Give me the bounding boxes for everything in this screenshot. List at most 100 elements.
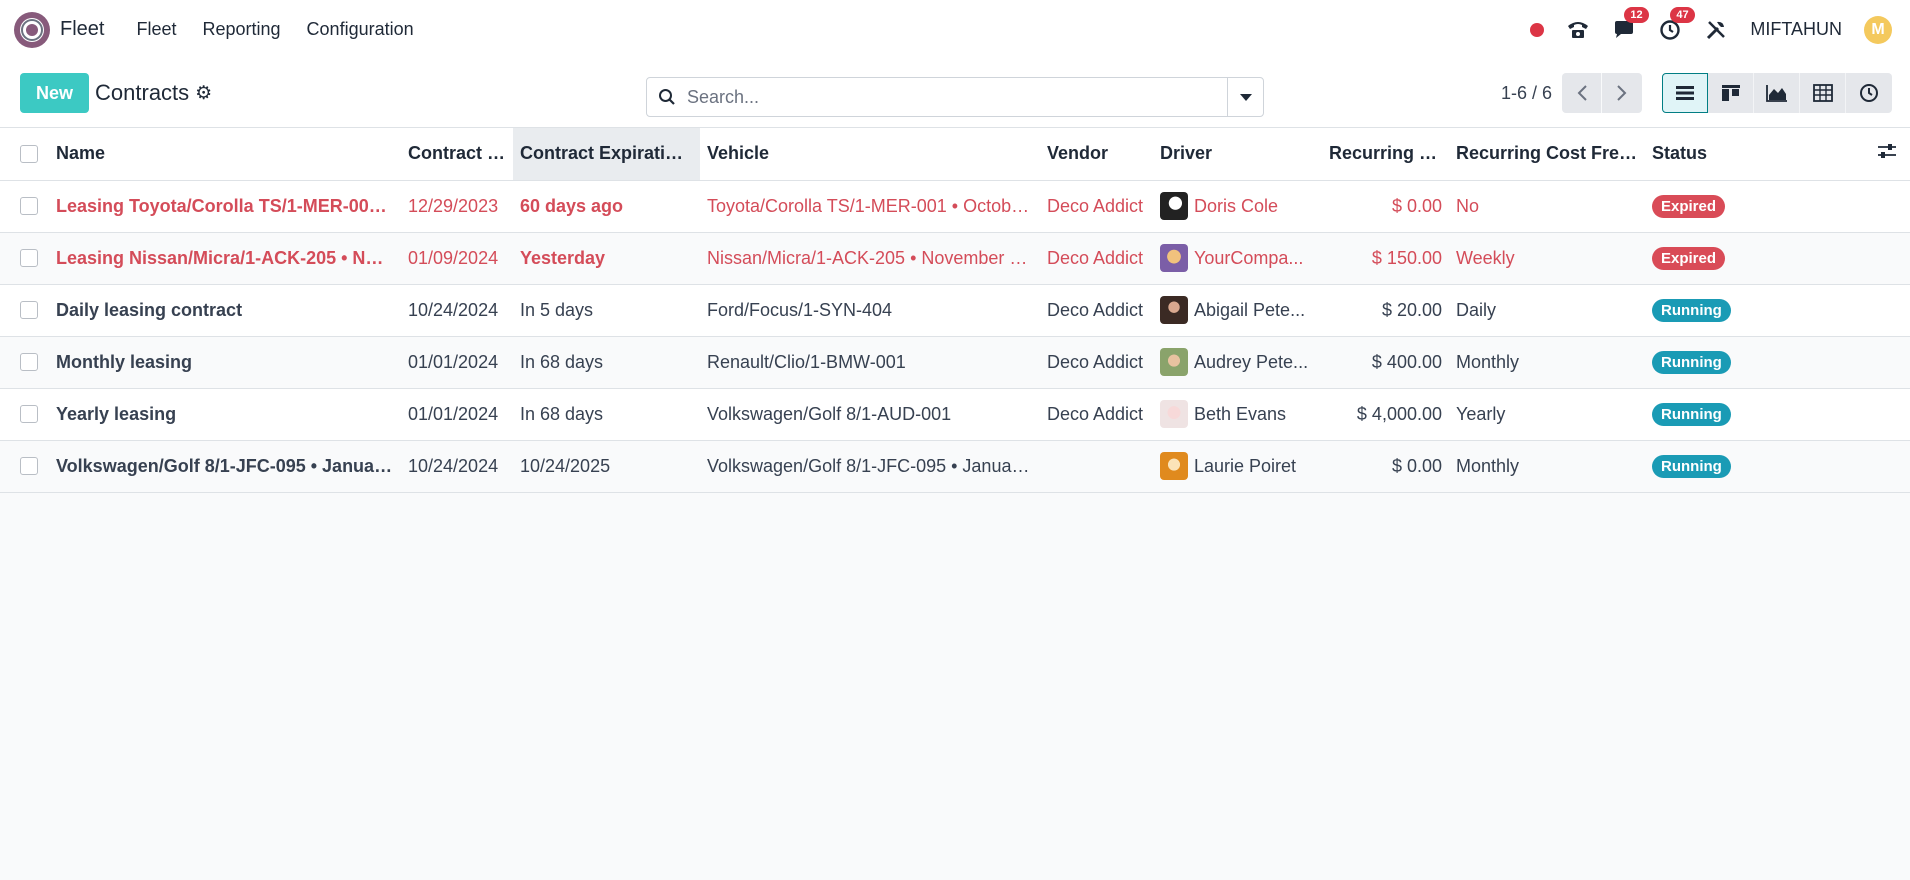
row-checkbox[interactable] xyxy=(20,197,38,215)
cell-vendor[interactable]: Deco Addict xyxy=(1040,388,1153,440)
column-header-contract-start[interactable]: Contract S... xyxy=(401,128,513,180)
cell-status[interactable]: Running xyxy=(1645,440,1870,492)
cell-name[interactable]: Leasing Toyota/Corolla TS/1-MER-001 • ..… xyxy=(49,180,401,232)
cell-recurring-cost[interactable]: $ 400.00 xyxy=(1322,336,1449,388)
cell-status[interactable]: Running xyxy=(1645,336,1870,388)
cell-vendor[interactable]: Deco Addict xyxy=(1040,284,1153,336)
cell-recurring-cost[interactable]: $ 20.00 xyxy=(1322,284,1449,336)
cell-recurring-cost-frequency[interactable]: Daily xyxy=(1449,284,1645,336)
column-header-contract-expiration[interactable]: Contract Expiration... xyxy=(513,128,700,180)
cell-contract-expiration[interactable]: Yesterday xyxy=(513,232,700,284)
column-header-recurring-cost[interactable]: Recurring Cost xyxy=(1322,128,1449,180)
cell-contract-start[interactable]: 01/01/2024 xyxy=(401,336,513,388)
brand[interactable]: Fleet xyxy=(14,11,136,48)
user-avatar[interactable]: M xyxy=(1864,15,1892,44)
cell-contract-start[interactable]: 01/09/2024 xyxy=(401,232,513,284)
recording-dot-icon[interactable] xyxy=(1530,22,1545,37)
table-row[interactable]: Volkswagen/Golf 8/1-JFC-095 • January ..… xyxy=(0,440,1910,492)
menu-item-configuration[interactable]: Configuration xyxy=(307,19,414,40)
cell-recurring-cost-frequency[interactable]: Monthly xyxy=(1449,440,1645,492)
pivot-view-button[interactable] xyxy=(1800,73,1846,113)
cell-contract-start[interactable]: 12/29/2023 xyxy=(401,180,513,232)
cell-vendor[interactable]: Deco Addict xyxy=(1040,180,1153,232)
cell-contract-start[interactable]: 10/24/2024 xyxy=(401,284,513,336)
row-checkbox[interactable] xyxy=(20,405,38,423)
search-options-toggle[interactable] xyxy=(1227,78,1263,116)
search-input[interactable] xyxy=(687,86,1227,108)
column-header-vendor[interactable]: Vendor xyxy=(1040,128,1153,180)
cell-vendor[interactable]: Deco Addict xyxy=(1040,232,1153,284)
pager-value[interactable]: 1-6 / 6 xyxy=(1501,83,1552,104)
column-header-driver[interactable]: Driver xyxy=(1153,128,1322,180)
menu-item-fleet[interactable]: Fleet xyxy=(136,19,176,40)
column-header-vehicle[interactable]: Vehicle xyxy=(700,128,1040,180)
column-header-name[interactable]: Name xyxy=(49,128,401,180)
cell-status[interactable]: Expired xyxy=(1645,180,1870,232)
cell-recurring-cost-frequency[interactable]: Weekly xyxy=(1449,232,1645,284)
cell-driver[interactable]: Beth Evans xyxy=(1153,388,1322,440)
gear-icon[interactable]: ⚙ xyxy=(195,82,212,105)
cell-contract-expiration[interactable]: 10/24/2025 xyxy=(513,440,700,492)
optional-columns-toggle[interactable] xyxy=(1870,128,1910,180)
select-all-checkbox[interactable] xyxy=(20,144,38,163)
table-row[interactable]: Yearly leasing 01/01/2024 In 68 days Vol… xyxy=(0,388,1910,440)
cell-vehicle[interactable]: Ford/Focus/1-SYN-404 xyxy=(700,284,1040,336)
cell-name[interactable]: Monthly leasing xyxy=(49,336,401,388)
cell-recurring-cost[interactable]: $ 4,000.00 xyxy=(1322,388,1449,440)
activities-clock-icon[interactable]: 47 xyxy=(1658,6,1695,42)
cell-recurring-cost-frequency[interactable]: No xyxy=(1449,180,1645,232)
messages-icon[interactable]: 12 xyxy=(1612,6,1649,42)
cell-driver[interactable]: YourCompa... xyxy=(1153,232,1322,284)
cell-status[interactable]: Expired xyxy=(1645,232,1870,284)
cell-vendor[interactable] xyxy=(1040,440,1153,492)
cell-recurring-cost[interactable]: $ 0.00 xyxy=(1322,440,1449,492)
row-checkbox[interactable] xyxy=(20,457,38,475)
cell-driver[interactable]: Laurie Poiret xyxy=(1153,440,1322,492)
cell-recurring-cost[interactable]: $ 150.00 xyxy=(1322,232,1449,284)
cell-driver[interactable]: Audrey Pete... xyxy=(1153,336,1322,388)
row-checkbox[interactable] xyxy=(20,249,38,267)
graph-view-button[interactable] xyxy=(1754,73,1800,113)
cell-contract-expiration[interactable]: In 5 days xyxy=(513,284,700,336)
new-button[interactable]: New xyxy=(20,73,90,113)
cell-driver[interactable]: Doris Cole xyxy=(1153,180,1322,232)
cell-contract-expiration[interactable]: 60 days ago xyxy=(513,180,700,232)
table-row[interactable]: Daily leasing contract 10/24/2024 In 5 d… xyxy=(0,284,1910,336)
cell-name[interactable]: Daily leasing contract xyxy=(49,284,401,336)
cell-name[interactable]: Leasing Nissan/Micra/1-ACK-205 • Nove... xyxy=(49,232,401,284)
pager-previous-button[interactable] xyxy=(1562,73,1602,113)
cell-status[interactable]: Running xyxy=(1645,284,1870,336)
list-view-button[interactable] xyxy=(1662,73,1708,113)
cell-status[interactable]: Running xyxy=(1645,388,1870,440)
cell-contract-start[interactable]: 10/24/2024 xyxy=(401,440,513,492)
column-header-status[interactable]: Status xyxy=(1645,128,1870,180)
cell-recurring-cost[interactable]: $ 0.00 xyxy=(1322,180,1449,232)
cell-contract-start[interactable]: 01/01/2024 xyxy=(401,388,513,440)
app-name[interactable]: Fleet xyxy=(60,18,104,41)
fleet-logo-icon[interactable] xyxy=(14,11,50,48)
cell-vehicle[interactable]: Toyota/Corolla TS/1-MER-001 • October ..… xyxy=(700,180,1040,232)
kanban-view-button[interactable] xyxy=(1708,73,1754,113)
cell-vehicle[interactable]: Nissan/Micra/1-ACK-205 • November 20... xyxy=(700,232,1040,284)
cell-vehicle[interactable]: Volkswagen/Golf 8/1-JFC-095 • January ..… xyxy=(700,440,1040,492)
cell-driver[interactable]: Abigail Pete... xyxy=(1153,284,1322,336)
activity-view-button[interactable] xyxy=(1846,73,1892,113)
row-checkbox[interactable] xyxy=(20,353,38,371)
cell-vehicle[interactable]: Renault/Clio/1-BMW-001 xyxy=(700,336,1040,388)
table-row[interactable]: Leasing Nissan/Micra/1-ACK-205 • Nove...… xyxy=(0,232,1910,284)
cell-contract-expiration[interactable]: In 68 days xyxy=(513,336,700,388)
menu-item-reporting[interactable]: Reporting xyxy=(203,19,281,40)
tools-icon[interactable] xyxy=(1704,18,1728,42)
row-checkbox[interactable] xyxy=(20,301,38,319)
username[interactable]: MIFTAHUN xyxy=(1750,19,1842,40)
pager-next-button[interactable] xyxy=(1602,73,1642,113)
cell-name[interactable]: Yearly leasing xyxy=(49,388,401,440)
cell-contract-expiration[interactable]: In 68 days xyxy=(513,388,700,440)
phone-icon[interactable] xyxy=(1566,18,1590,42)
cell-recurring-cost-frequency[interactable]: Monthly xyxy=(1449,336,1645,388)
table-row[interactable]: Monthly leasing 01/01/2024 In 68 days Re… xyxy=(0,336,1910,388)
cell-vehicle[interactable]: Volkswagen/Golf 8/1-AUD-001 xyxy=(700,388,1040,440)
column-header-recurring-cost-frequency[interactable]: Recurring Cost Frequ... xyxy=(1449,128,1645,180)
cell-vendor[interactable]: Deco Addict xyxy=(1040,336,1153,388)
cell-recurring-cost-frequency[interactable]: Yearly xyxy=(1449,388,1645,440)
